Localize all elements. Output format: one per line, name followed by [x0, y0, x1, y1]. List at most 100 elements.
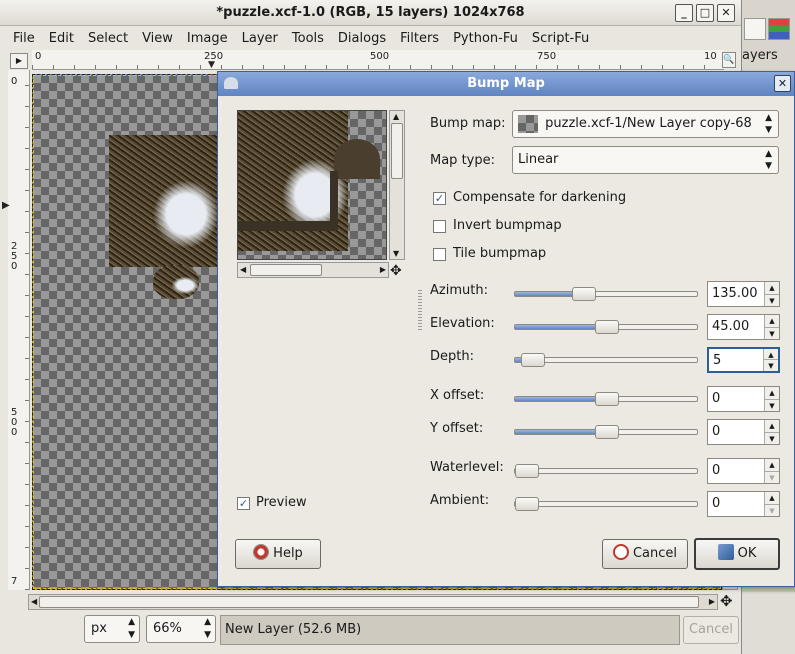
- waterlevel-spinbutton[interactable]: 0 ▲ ▼: [707, 458, 780, 484]
- azimuth-value[interactable]: 135.00: [712, 282, 758, 306]
- azimuth-spinbutton[interactable]: 135.00 ▲ ▼: [707, 281, 780, 307]
- scroll-down-icon[interactable]: ▼: [393, 249, 399, 258]
- map-type-select[interactable]: Linear ▲ ▼: [512, 146, 779, 174]
- unit-select[interactable]: px ▲ ▼: [84, 615, 140, 643]
- help-button[interactable]: Help: [235, 539, 321, 569]
- y-offset-slider[interactable]: [514, 425, 698, 439]
- preview-bump-edge: [238, 221, 338, 231]
- spin-up-icon[interactable]: ▲: [764, 459, 779, 471]
- y-offset-value[interactable]: 0: [712, 420, 720, 444]
- compensate-checkbox[interactable]: ✓: [433, 192, 446, 205]
- waterlevel-value[interactable]: 0: [712, 459, 720, 483]
- slider-handle[interactable]: [572, 287, 596, 301]
- scroll-left-icon[interactable]: ◀: [31, 597, 37, 606]
- menu-select[interactable]: Select: [81, 31, 135, 46]
- menu-dialogs[interactable]: Dialogs: [331, 31, 393, 46]
- spin-up-icon[interactable]: ▲: [764, 387, 779, 399]
- scrollbar-thumb[interactable]: [39, 596, 699, 608]
- waterlevel-slider[interactable]: [514, 464, 698, 478]
- spin-down-icon[interactable]: ▼: [764, 471, 779, 483]
- status-message: New Layer (52.6 MB): [220, 615, 680, 645]
- invert-bumpmap-checkbox[interactable]: [433, 220, 446, 233]
- ok-button[interactable]: OK: [694, 538, 780, 570]
- scroll-right-icon[interactable]: ▶: [709, 597, 715, 606]
- elevation-slider[interactable]: [514, 320, 698, 334]
- slider-handle[interactable]: [515, 464, 539, 478]
- menu-image[interactable]: Image: [180, 31, 235, 46]
- scroll-up-icon[interactable]: ▲: [393, 112, 399, 121]
- azimuth-slider[interactable]: [514, 287, 698, 301]
- slider-handle[interactable]: [595, 425, 619, 439]
- dialog-titlebar[interactable]: Bump Map ✕: [218, 72, 794, 96]
- preview-horizontal-scrollbar[interactable]: ◀ ▶: [237, 262, 389, 278]
- bump-map-select[interactable]: puzzle.xcf-1/New Layer copy-68 ▲ ▼: [512, 110, 779, 138]
- minimize-button[interactable]: _: [675, 4, 693, 22]
- spin-down-icon[interactable]: ▼: [764, 432, 779, 444]
- y-offset-spinbutton[interactable]: 0 ▲ ▼: [707, 419, 780, 445]
- menu-script-fu[interactable]: Script-Fu: [525, 31, 596, 46]
- elevation-value[interactable]: 45.00: [712, 315, 749, 339]
- menu-edit[interactable]: Edit: [42, 31, 81, 46]
- spin-up-icon[interactable]: ▲: [764, 315, 779, 327]
- zoom-icon[interactable]: 🔍: [722, 52, 736, 68]
- preview-label[interactable]: Preview: [256, 495, 307, 510]
- spin-down-icon[interactable]: ▼: [764, 294, 779, 306]
- cancel-button[interactable]: Cancel: [602, 539, 688, 569]
- maximize-button[interactable]: □: [696, 4, 714, 22]
- window-titlebar[interactable]: *puzzle.xcf-1.0 (RGB, 15 layers) 1024x76…: [0, 0, 741, 26]
- zoom-select[interactable]: 66% ▲ ▼: [146, 615, 216, 643]
- preview-checkbox[interactable]: ✓: [237, 497, 250, 510]
- layers-tab-icon[interactable]: [744, 18, 766, 40]
- menu-filters[interactable]: Filters: [393, 31, 446, 46]
- scroll-left-icon[interactable]: ◀: [240, 265, 246, 274]
- status-cancel-button[interactable]: Cancel: [683, 616, 739, 644]
- spin-down-icon[interactable]: ▼: [763, 359, 778, 371]
- spin-down-icon[interactable]: ▼: [764, 327, 779, 339]
- ambient-spinbutton[interactable]: 0 ▲ ▼: [707, 491, 780, 517]
- x-offset-label: X offset:: [430, 388, 485, 403]
- x-offset-slider[interactable]: [514, 392, 698, 406]
- depth-spinbutton[interactable]: 5 ▲ ▼: [707, 347, 780, 373]
- ok-icon: [717, 544, 734, 560]
- x-offset-spinbutton[interactable]: 0 ▲ ▼: [707, 386, 780, 412]
- horizontal-ruler[interactable]: 0 250 500 750 10 ▼: [32, 50, 724, 70]
- preview-vertical-scrollbar[interactable]: ▲ ▼: [389, 110, 405, 260]
- close-icon[interactable]: ✕: [774, 75, 791, 92]
- spin-up-icon[interactable]: ▲: [764, 420, 779, 432]
- x-offset-value[interactable]: 0: [712, 387, 720, 411]
- slider-handle[interactable]: [595, 320, 619, 334]
- elevation-spinbutton[interactable]: 45.00 ▲ ▼: [707, 314, 780, 340]
- depth-slider[interactable]: [514, 353, 698, 367]
- close-window-button[interactable]: ✕: [717, 4, 735, 22]
- spin-up-icon[interactable]: ▲: [764, 492, 779, 504]
- scroll-right-icon[interactable]: ▶: [380, 265, 386, 274]
- pane-grip[interactable]: [418, 290, 422, 330]
- menu-tools[interactable]: Tools: [285, 31, 331, 46]
- tile-bumpmap-label[interactable]: Tile bumpmap: [453, 246, 546, 261]
- menu-layer[interactable]: Layer: [235, 31, 285, 46]
- tile-bumpmap-checkbox[interactable]: [433, 248, 446, 261]
- menu-file[interactable]: File: [6, 31, 42, 46]
- preview-image[interactable]: [237, 110, 387, 260]
- ambient-slider[interactable]: [514, 497, 698, 511]
- scrollbar-thumb[interactable]: [391, 123, 403, 179]
- spin-down-icon[interactable]: ▼: [764, 399, 779, 411]
- depth-value[interactable]: 5: [713, 349, 721, 373]
- navigate-icon[interactable]: ✥: [720, 592, 733, 610]
- slider-handle[interactable]: [515, 497, 539, 511]
- spin-down-icon[interactable]: ▼: [764, 504, 779, 516]
- scrollbar-thumb[interactable]: [250, 264, 322, 276]
- menu-view[interactable]: View: [135, 31, 180, 46]
- vertical-ruler[interactable]: 0 2 5 0 5 0 0 7 ▶: [2, 70, 30, 590]
- navigate-icon[interactable]: ✥: [390, 263, 402, 279]
- channels-tab-icon[interactable]: [768, 18, 790, 40]
- spin-up-icon[interactable]: ▲: [764, 282, 779, 294]
- compensate-label[interactable]: Compensate for darkening: [453, 190, 626, 205]
- horizontal-scrollbar[interactable]: ◀ ▶: [28, 594, 718, 610]
- quick-mask-menu-icon[interactable]: ▶: [10, 53, 28, 69]
- slider-handle[interactable]: [521, 353, 546, 367]
- slider-handle[interactable]: [595, 392, 619, 406]
- invert-bumpmap-label[interactable]: Invert bumpmap: [453, 218, 562, 233]
- ambient-value[interactable]: 0: [712, 492, 720, 516]
- menu-python-fu[interactable]: Python-Fu: [446, 31, 525, 46]
